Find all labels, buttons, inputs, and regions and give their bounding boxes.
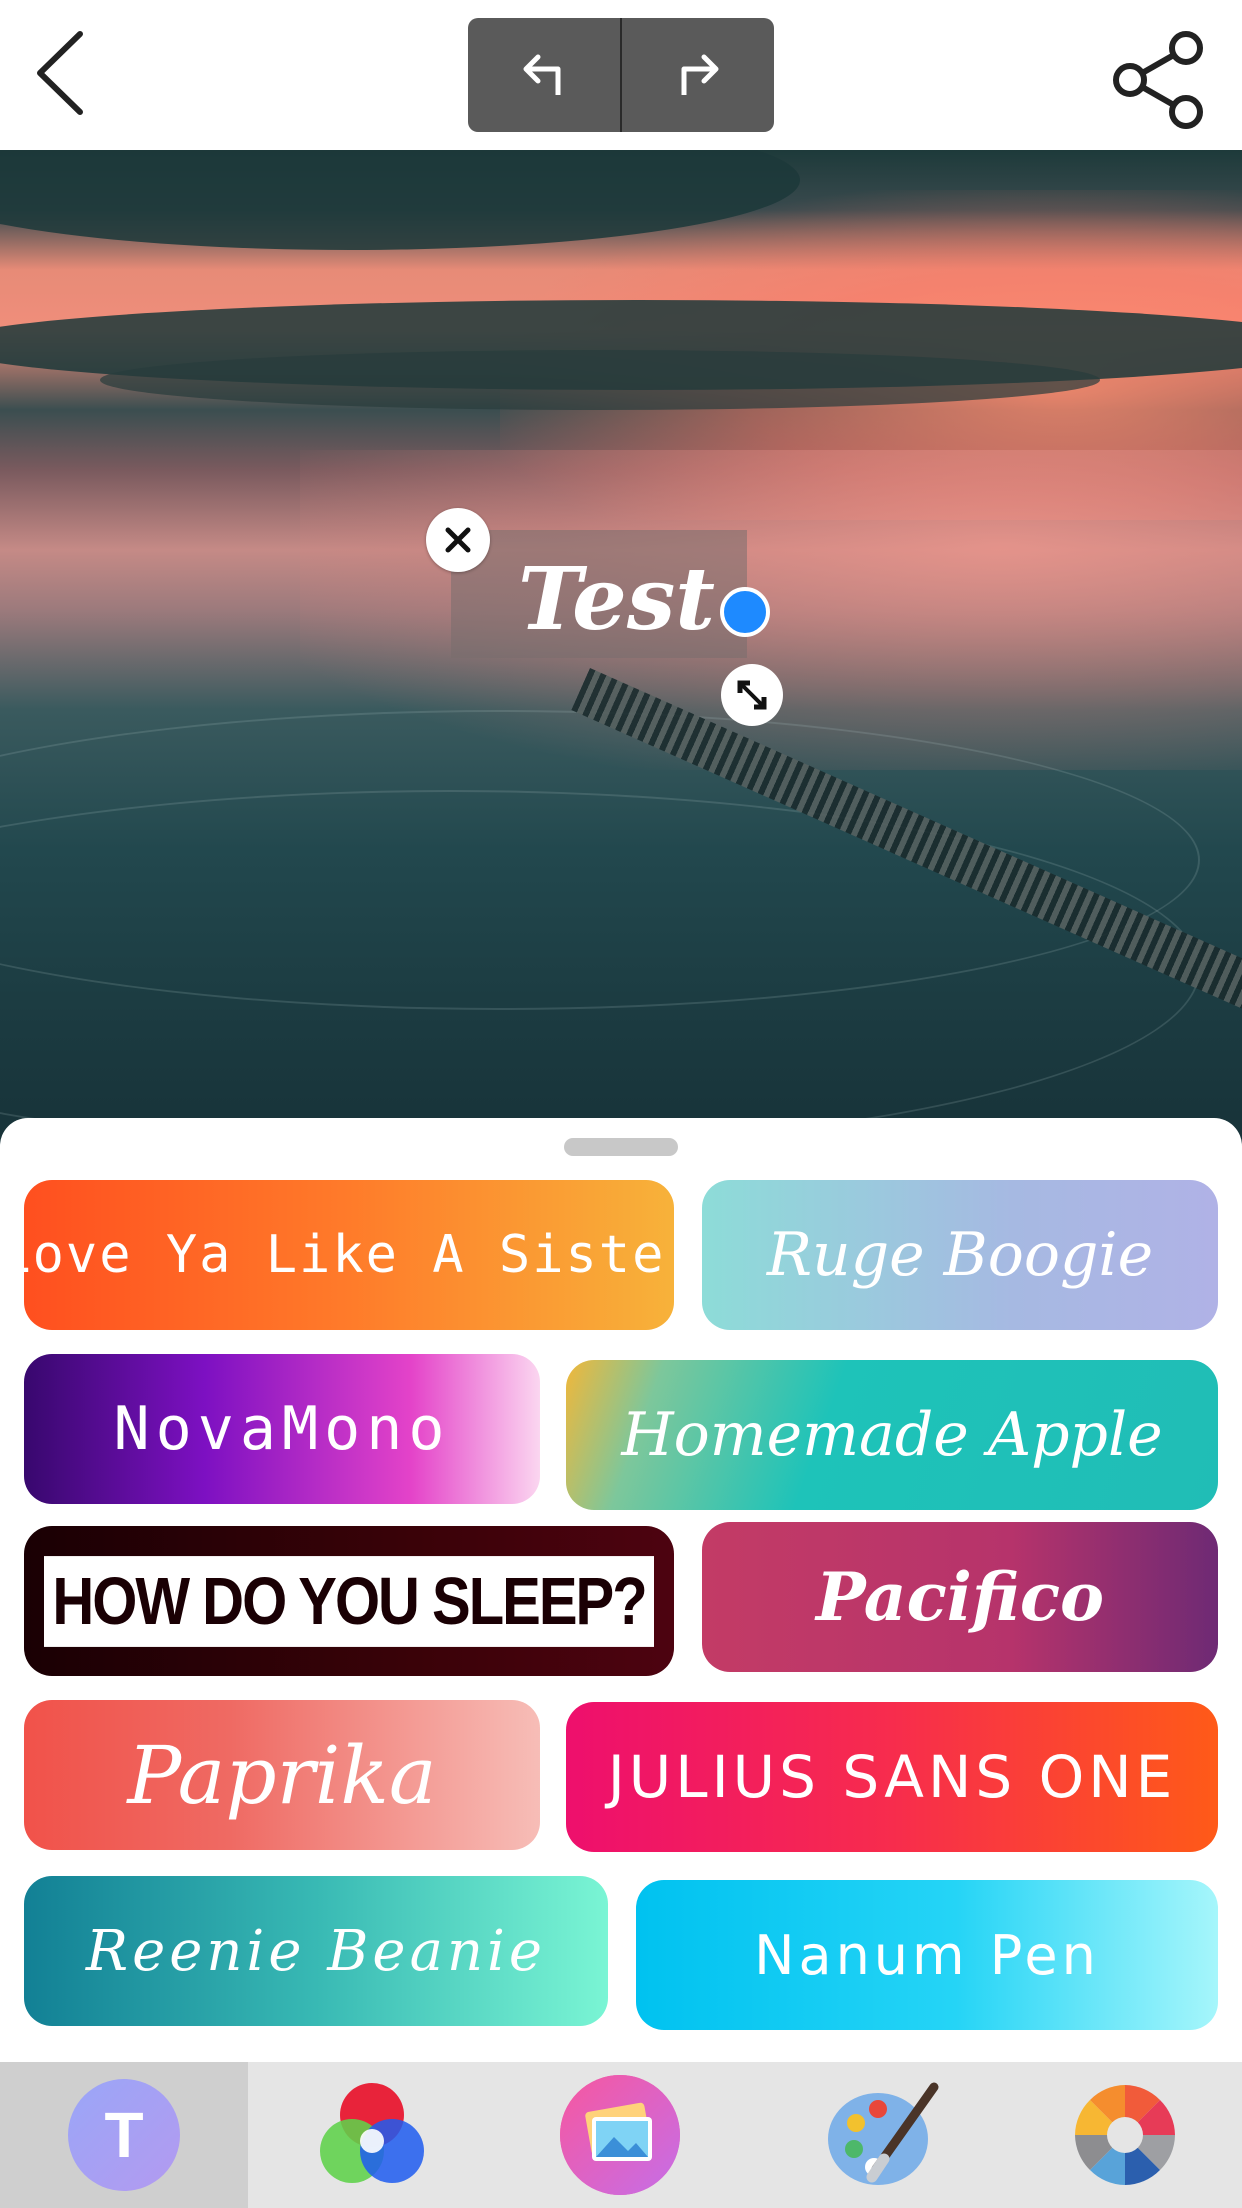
text-color-handle[interactable] (720, 587, 770, 637)
chevron-left-icon (37, 31, 83, 115)
share-button[interactable] (1108, 28, 1208, 132)
font-option-label: HOW DO YOU SLEEP? (44, 1555, 654, 1647)
font-option-how-do-you-sleep[interactable]: HOW DO YOU SLEEP? (24, 1526, 674, 1676)
font-option-paprika[interactable]: Paprika (24, 1700, 540, 1850)
delete-text-button[interactable] (426, 508, 490, 572)
font-option-label: Homemade Apple (621, 1400, 1163, 1470)
font-picker-sheet: Love Ya Like A Sister Ruge Boogie NovaMo… (0, 1118, 1242, 2064)
close-icon (445, 527, 471, 553)
tool-photos[interactable] (496, 2062, 744, 2208)
undo-button[interactable] (468, 18, 620, 132)
tool-color-wheel[interactable] (1008, 2062, 1242, 2208)
font-option-ruge-boogie[interactable]: Ruge Boogie (702, 1180, 1218, 1330)
overlay-text[interactable]: Test (518, 550, 718, 650)
font-option-label: Nanum Pen (754, 1923, 1100, 1987)
font-option-label: Reenie Beanie (85, 1918, 547, 1984)
back-button[interactable] (30, 28, 90, 118)
bottom-toolbar: T (0, 2062, 1242, 2208)
font-option-label: JULIUS SANS ONE (607, 1743, 1177, 1811)
font-option-label: Pacifico (815, 1558, 1105, 1636)
top-bar (0, 0, 1242, 150)
color-wheel-icon (1075, 2085, 1175, 2185)
redo-button[interactable] (622, 18, 774, 132)
font-option-label: Paprika (127, 1728, 437, 1822)
sheet-grabber[interactable] (564, 1138, 678, 1156)
tool-color[interactable] (248, 2062, 496, 2208)
undo-arrow-icon (523, 54, 561, 95)
resize-handle[interactable] (721, 664, 783, 726)
undo-redo-group (468, 18, 774, 132)
text-tool-glyph: T (104, 2099, 144, 2171)
font-option-homemade-apple[interactable]: Homemade Apple (566, 1360, 1218, 1510)
font-option-nanum-pen[interactable]: Nanum Pen (636, 1880, 1218, 2030)
color-circles-icon (320, 2083, 424, 2183)
cloud (100, 350, 1100, 410)
paint-palette-icon (828, 2082, 939, 2185)
photo-canvas[interactable]: Test (0, 150, 1242, 1150)
tool-text[interactable]: T (0, 2062, 248, 2208)
text-t-icon: T (68, 2079, 180, 2191)
share-icon (1113, 31, 1203, 129)
font-option-label: NovaMono (113, 1394, 451, 1464)
font-option-love-ya-like-a-sister[interactable]: Love Ya Like A Sister (24, 1180, 674, 1330)
font-option-pacifico[interactable]: Pacifico (702, 1522, 1218, 1672)
font-option-label: Ruge Boogie (766, 1220, 1154, 1290)
resize-icon (737, 680, 767, 710)
font-option-label: Love Ya Like A Sister (24, 1225, 674, 1285)
photos-icon (560, 2075, 680, 2195)
redo-arrow-icon (681, 54, 719, 95)
font-option-novamono[interactable]: NovaMono (24, 1354, 540, 1504)
font-option-reenie-beanie[interactable]: Reenie Beanie (24, 1876, 608, 2026)
font-option-julius-sans-one[interactable]: JULIUS SANS ONE (566, 1702, 1218, 1852)
tool-paint[interactable] (760, 2062, 1008, 2208)
